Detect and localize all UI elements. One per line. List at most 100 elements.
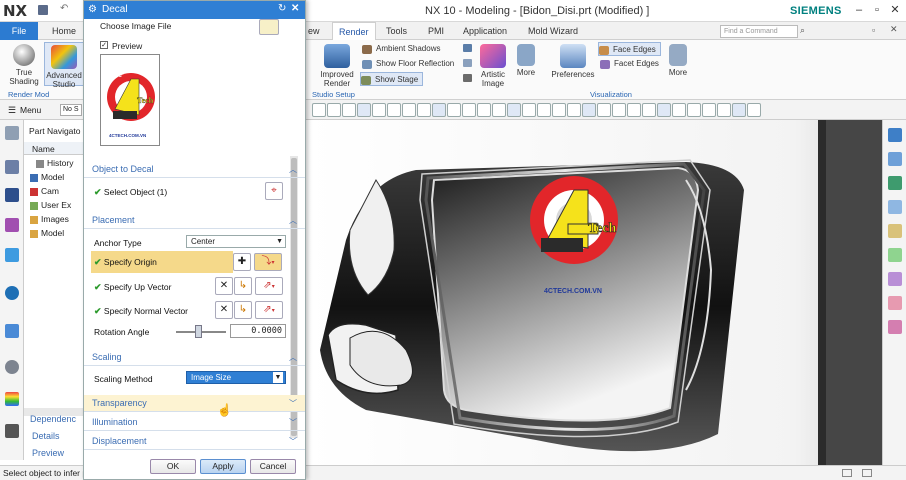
toolbar-tool-icon[interactable]	[657, 103, 671, 117]
object-to-decal-section[interactable]: Object to Decal ︿	[84, 161, 305, 178]
anchor-type-dropdown[interactable]: Center ▼	[186, 235, 286, 248]
roles-icon[interactable]	[5, 424, 19, 438]
ok-button[interactable]: OK	[150, 459, 196, 474]
toolbar-tool-icon[interactable]	[387, 103, 401, 117]
toolbar-tool-icon[interactable]	[597, 103, 611, 117]
command-search-input[interactable]: Find a Command	[720, 25, 798, 38]
artistic-image-button[interactable]: Artistic Image	[476, 44, 510, 88]
view-icon-4[interactable]	[888, 200, 902, 214]
save-icon[interactable]	[38, 5, 48, 15]
toolbar-tool-icon[interactable]	[327, 103, 341, 117]
toolbar-tool-icon[interactable]	[582, 103, 596, 117]
view-icon-5[interactable]	[888, 224, 902, 238]
more-button-1[interactable]: More	[512, 44, 540, 77]
point-dialog-button[interactable]: ✚	[233, 253, 251, 271]
tab-application[interactable]: Application	[457, 22, 513, 40]
minimize-icon[interactable]: –	[852, 3, 866, 17]
tab-render[interactable]: Render	[332, 22, 376, 40]
history-palette-icon[interactable]	[5, 324, 19, 338]
show-stage-button[interactable]: Show Stage	[360, 72, 424, 86]
toolbar-tool-icon[interactable]	[672, 103, 686, 117]
rotation-angle-input[interactable]: 0.0000	[230, 324, 286, 338]
specify-origin[interactable]: ✔ Specify Origin	[94, 257, 157, 268]
toolbar-tool-icon[interactable]	[702, 103, 716, 117]
reverse-normal-button[interactable]: ✕	[215, 301, 233, 319]
cancel-button[interactable]: Cancel	[250, 459, 296, 474]
toolbar-tool-icon[interactable]	[687, 103, 701, 117]
tab-mold-wizard[interactable]: Mold Wizard	[522, 22, 584, 40]
close-icon[interactable]: ✕	[888, 3, 902, 17]
normal-vector-dialog-button[interactable]: ↳	[234, 301, 252, 319]
clock-icon[interactable]	[5, 360, 19, 374]
settings-icon[interactable]	[5, 126, 19, 140]
toolbar-tool-icon[interactable]	[537, 103, 551, 117]
tab-tools[interactable]: Tools	[380, 22, 413, 40]
toolbar-tool-icon[interactable]	[417, 103, 431, 117]
toolbar-tool-icon[interactable]	[642, 103, 656, 117]
reset-icon[interactable]: ↻	[278, 3, 286, 14]
assembly-navigator-icon[interactable]	[5, 160, 19, 174]
reverse-direction-button[interactable]: ✕	[215, 277, 233, 295]
view-icon-3[interactable]	[888, 176, 902, 190]
toolbar-tool-icon[interactable]	[477, 103, 491, 117]
advanced-studio-button[interactable]: Advanced Studio	[44, 42, 84, 89]
menu-icon[interactable]: ☰	[8, 105, 16, 116]
toolbar-tool-icon[interactable]	[747, 103, 761, 117]
navigator-node[interactable]: Images	[30, 214, 69, 224]
inferred-normal-dropdown[interactable]: ⇗▾	[255, 301, 283, 319]
details-panel[interactable]: Details	[32, 431, 60, 441]
studio-small-icon-1[interactable]	[463, 44, 472, 52]
face-edges-button[interactable]: Face Edges	[598, 42, 661, 56]
toolbar-tool-icon[interactable]	[552, 103, 566, 117]
displacement-section[interactable]: Displacement ﹀	[84, 433, 305, 450]
studio-small-icon-3[interactable]	[463, 74, 472, 82]
view-icon-1[interactable]	[888, 128, 902, 142]
toolbar-tool-icon[interactable]	[462, 103, 476, 117]
toolbar-tool-icon[interactable]	[402, 103, 416, 117]
dialog-close-icon[interactable]: ✕	[291, 3, 299, 14]
window-layout-icon[interactable]	[862, 469, 872, 477]
toolbar-tool-icon[interactable]	[522, 103, 536, 117]
navigator-node[interactable]: Model	[30, 172, 64, 182]
preview-checkbox[interactable]: ✓	[100, 41, 108, 49]
menu-button[interactable]: Menu	[20, 105, 41, 115]
graphics-window[interactable]: Tech 4CTECH.COM.VN	[306, 120, 882, 465]
apply-button[interactable]: Apply	[200, 459, 246, 474]
navigator-node[interactable]: Model	[30, 228, 64, 238]
reuse-library-icon[interactable]	[5, 248, 19, 262]
vector-dialog-button[interactable]: ↳	[234, 277, 252, 295]
inferred-vector-dropdown[interactable]: ⇗▾	[255, 277, 283, 295]
select-object-button[interactable]: ⌖	[265, 182, 283, 200]
navigator-node[interactable]: History	[36, 158, 73, 168]
type-filter-dropdown[interactable]: No S	[60, 104, 82, 116]
facet-edges-button[interactable]: Facet Edges	[600, 57, 659, 71]
toolbar-tool-icon[interactable]	[627, 103, 641, 117]
view-icon-8[interactable]	[888, 296, 902, 310]
close-part-icon[interactable]: ✕	[890, 24, 898, 35]
toolbar-tool-icon[interactable]	[312, 103, 326, 117]
toolbar-tool-icon[interactable]	[432, 103, 446, 117]
navigator-node[interactable]: User Ex	[30, 200, 71, 210]
full-screen-icon[interactable]	[842, 469, 852, 477]
preview-panel[interactable]: Preview	[32, 448, 64, 458]
specify-up-vector[interactable]: ✔ Specify Up Vector	[94, 282, 171, 293]
toolbar-tool-icon[interactable]	[567, 103, 581, 117]
search-icon[interactable]: ⌕	[800, 25, 805, 36]
view-icon-7[interactable]	[888, 272, 902, 286]
toolbar-tool-icon[interactable]	[372, 103, 386, 117]
undo-icon[interactable]: ↶	[60, 3, 68, 14]
ambient-shadows-button[interactable]: Ambient Shadows	[362, 42, 440, 56]
toolbar-tool-icon[interactable]	[717, 103, 731, 117]
toolbar-tool-icon[interactable]	[447, 103, 461, 117]
illumination-section[interactable]: Illumination ﹀	[84, 414, 305, 431]
preferences-button[interactable]: Preferences	[550, 44, 596, 79]
restore-icon[interactable]: ▫	[870, 3, 884, 17]
specify-normal-vector[interactable]: ✔ Specify Normal Vector	[94, 306, 188, 317]
navigator-node[interactable]: Cam	[30, 186, 59, 196]
studio-small-icon-2[interactable]	[463, 59, 472, 67]
tab-pmi[interactable]: PMI	[422, 22, 450, 40]
view-icon-2[interactable]	[888, 152, 902, 166]
restore-ribbon-icon[interactable]: ▫	[872, 25, 875, 35]
show-floor-reflection-button[interactable]: Show Floor Reflection	[362, 57, 454, 71]
true-shading-button[interactable]: True Shading	[6, 44, 42, 86]
